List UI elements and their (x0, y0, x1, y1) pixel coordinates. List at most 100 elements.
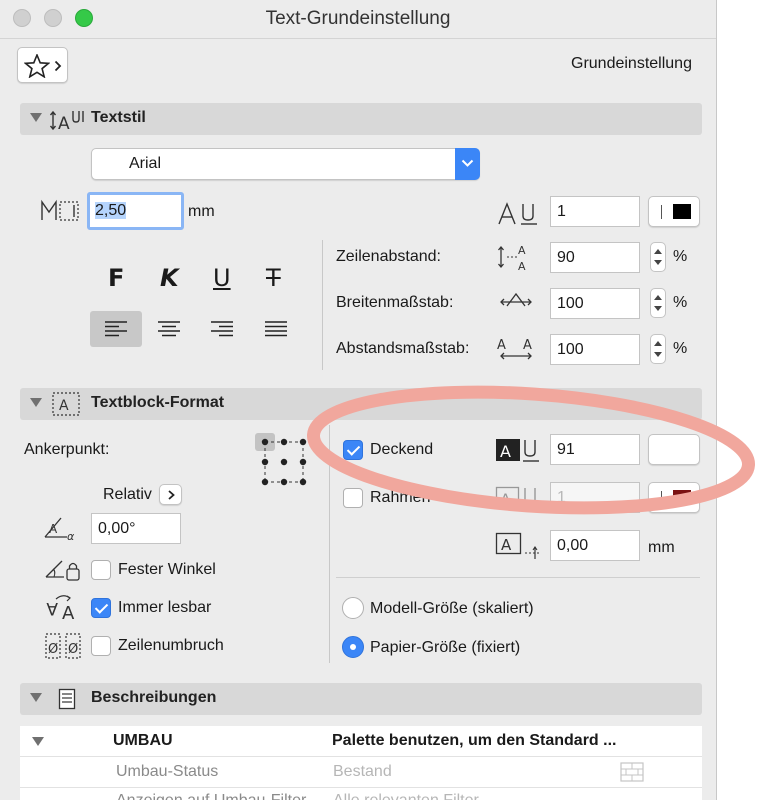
group-name: UMBAU (113, 732, 173, 749)
word-wrap-label: Zeilenumbruch (118, 637, 224, 654)
favorites-button[interactable] (17, 47, 68, 83)
svg-text:A: A (518, 260, 526, 272)
line-spacing-unit: % (673, 248, 688, 265)
pen-color-swatch (673, 204, 691, 219)
frame-offset-icon: A (495, 532, 541, 559)
align-center-icon (158, 321, 180, 337)
font-dropdown[interactable]: Arial (91, 148, 480, 180)
chevron-right-icon (168, 490, 175, 500)
align-right-button[interactable] (196, 311, 248, 347)
disclosure-triangle-icon (30, 693, 42, 702)
readable-text-icon: AA (46, 595, 75, 623)
svg-text:A: A (59, 398, 69, 414)
svg-text:A: A (49, 522, 58, 536)
word-wrap-checkbox[interactable] (91, 636, 111, 656)
text-size-input[interactable]: 2,50 (87, 192, 184, 230)
italic-button[interactable]: K (160, 264, 179, 292)
word-wrap-icon: ØØ (45, 633, 81, 659)
align-left-icon (105, 321, 127, 337)
row-value: Bestand (333, 763, 392, 780)
disclosure-triangle-icon (32, 737, 44, 746)
width-scale-stepper[interactable] (650, 288, 666, 318)
svg-text:A: A (46, 598, 58, 618)
window-title: Text-Grundeinstellung (265, 8, 451, 29)
fixed-angle-label: Fester Winkel (118, 561, 216, 578)
horizontal-divider (336, 577, 700, 578)
vertical-divider (322, 240, 323, 370)
svg-text:A: A (501, 536, 512, 554)
text-style-icon: A (50, 110, 84, 132)
model-size-radio[interactable] (342, 597, 364, 619)
strikethrough-button[interactable]: T (266, 264, 281, 292)
line-spacing-input[interactable]: 90 (550, 242, 640, 273)
group-value: Palette benutzen, um den Standard ... (332, 732, 617, 749)
angle-icon: Aα (44, 517, 75, 541)
always-readable-label: Immer lesbar (118, 599, 212, 616)
font-dropdown-value: Arial (129, 155, 162, 172)
width-scale-input[interactable]: 100 (550, 288, 640, 319)
spacing-scale-unit: % (673, 340, 688, 357)
frame-offset-unit: mm (648, 539, 675, 556)
fixed-angle-checkbox[interactable] (91, 560, 111, 580)
align-justify-button[interactable] (250, 311, 302, 347)
text-pen-color-button[interactable] (648, 196, 700, 227)
annotation-ellipse (306, 385, 756, 515)
row-name: Umbau-Status (116, 763, 219, 780)
line-spacing-icon: AA (498, 244, 526, 272)
table-row[interactable]: Umbau-Status Bestand (20, 757, 702, 788)
align-left-button[interactable] (90, 311, 142, 347)
relative-label: Relativ (103, 486, 152, 503)
text-size-unit: mm (188, 203, 215, 220)
chevron-right-icon (54, 60, 62, 72)
text-size-value: 2,50 (95, 202, 127, 219)
spacing-scale-label: Abstandsmaßstab: (336, 340, 470, 357)
anchor-point-label: Ankerpunkt: (24, 441, 110, 458)
disclosure-triangle-icon (30, 113, 42, 122)
model-size-label: Modell-Größe (skaliert) (370, 600, 534, 617)
section-title-textblock-format: Textblock-Format (91, 394, 225, 411)
paper-size-label: Papier-Größe (fixiert) (370, 639, 521, 656)
align-center-button[interactable] (143, 311, 195, 347)
dropdown-arrow-button[interactable] (455, 148, 480, 180)
width-scale-icon (500, 292, 532, 307)
underline-button[interactable]: U (213, 264, 231, 292)
lock-angle-icon (45, 560, 80, 581)
align-right-icon (211, 321, 233, 337)
text-pen-icon (498, 202, 537, 225)
frame-offset-input[interactable]: 0,00 (550, 530, 640, 561)
text-height-icon (41, 199, 79, 221)
svg-text:A: A (523, 338, 532, 353)
text-block-icon: A (52, 392, 80, 416)
disclosure-triangle-icon (30, 398, 42, 407)
width-scale-label: Breitenmaßstab: (336, 294, 454, 311)
document-icon (58, 688, 76, 710)
section-title-textstil: Textstil (91, 109, 146, 126)
angle-input[interactable]: 0,00° (91, 513, 181, 544)
relative-button[interactable] (159, 484, 182, 505)
line-spacing-label: Zeilenabstand: (336, 248, 441, 265)
always-readable-checkbox[interactable] (91, 598, 111, 618)
table-group-row[interactable]: UMBAU Palette benutzen, um den Standard … (20, 726, 702, 757)
bold-button[interactable]: F (108, 264, 124, 292)
paper-size-radio[interactable] (342, 636, 364, 658)
text-pen-input[interactable]: 1 (550, 196, 640, 227)
row-value: Alle relevanten Filter (333, 792, 479, 800)
spacing-scale-stepper[interactable] (650, 334, 666, 364)
svg-text:α: α (67, 530, 75, 541)
spacing-scale-input[interactable]: 100 (550, 334, 640, 365)
title-bar: Text-Grundeinstellung (0, 0, 716, 39)
section-beschreibungen[interactable]: Beschreibungen (20, 683, 702, 715)
preset-label: Grundeinstellung (571, 55, 692, 72)
table-row[interactable]: Anzeigen auf Umbau-Filter Alle relevante… (20, 788, 702, 800)
line-spacing-stepper[interactable] (650, 242, 666, 272)
align-justify-icon (265, 321, 287, 337)
brick-wall-icon (620, 762, 644, 782)
section-title-beschreibungen: Beschreibungen (91, 689, 217, 706)
section-textstil[interactable]: A Textstil (20, 103, 702, 135)
row-name: Anzeigen auf Umbau-Filter (116, 792, 306, 800)
chevron-down-icon (461, 159, 474, 167)
svg-text:A: A (62, 603, 75, 623)
pen-divider (661, 205, 662, 219)
svg-text:A: A (497, 338, 506, 353)
svg-text:A: A (58, 114, 70, 132)
